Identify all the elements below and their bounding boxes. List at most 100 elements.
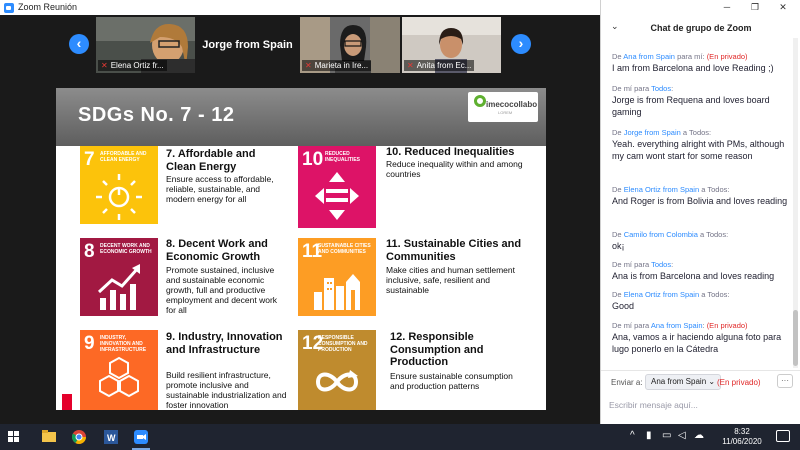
tile-name-label: ✕ Elena Ortiz fr...: [98, 60, 167, 71]
file-explorer-button[interactable]: [34, 427, 64, 447]
chat-scrollbar[interactable]: [793, 38, 798, 368]
word-icon: W: [104, 430, 118, 444]
sdg-10-icon: 10 REDUCED INEQUALITIES: [298, 146, 376, 228]
window-controls: ─ ❐ ✕: [601, 0, 800, 15]
sdg-9-description: Build resilient infrastructure, promote …: [166, 370, 287, 410]
slide-title: SDGs No. 7 - 12: [78, 104, 235, 126]
sdg-logo-marker: [62, 394, 72, 410]
windows-start-button[interactable]: [8, 431, 20, 443]
zoom-taskbar-button[interactable]: [126, 427, 156, 450]
chat-header: ⌄ Chat de grupo de Zoom: [601, 18, 800, 38]
restore-icon: ❐: [750, 2, 760, 12]
zoom-logo-icon: [4, 3, 14, 13]
sdg-8-title: 8. Decent Work and Economic Growth: [166, 238, 268, 263]
sdg-11-description: Make cities and human settlement inclusi…: [386, 265, 515, 295]
growth-chart-icon: [97, 264, 140, 310]
sdg-7-icon: 7 AFFORDABLE AND CLEAN ENERGY: [80, 146, 158, 224]
minimize-icon: ─: [723, 2, 731, 12]
chat-panel: ─ ❐ ✕ ⌄ Chat de grupo de Zoom De Ana fro…: [600, 0, 800, 424]
word-button[interactable]: W: [96, 427, 126, 447]
close-button[interactable]: ✕: [773, 0, 793, 15]
next-page-button[interactable]: ›: [511, 34, 531, 54]
logo-subtext: LOREM: [498, 110, 513, 115]
video-tile-marieta[interactable]: ✕ Marieta in Ire...: [300, 17, 400, 73]
window-titlebar: Zoom Reunión: [0, 0, 600, 15]
video-tile-elena[interactable]: ✕ Elena Ortiz fr...: [96, 17, 195, 73]
folder-icon: [42, 430, 56, 442]
tile-name-label: ✕ Marieta in Ire...: [302, 60, 372, 71]
network-icon[interactable]: ▭: [662, 430, 671, 442]
chat-message: De mí para Todos: Ana is from Barcelona …: [612, 260, 775, 281]
chat-message-input[interactable]: [609, 392, 793, 418]
sdg-12-icon: 12 RESPONSIBLE CONSUMPTION AND PRODUCTIO…: [298, 330, 376, 410]
scrollbar-thumb[interactable]: [793, 310, 798, 366]
cubes-icon: [99, 356, 139, 398]
equals-arrows-icon: [315, 172, 359, 220]
onedrive-icon[interactable]: ☁: [694, 430, 704, 442]
chat-message: De Jorge from Spain a Todos: Yeah. every…: [612, 128, 785, 161]
gallery-strip: ‹ ✕ Elena Ortiz fr... Jorge from Spain ✕…: [0, 15, 600, 75]
prev-page-button[interactable]: ‹: [69, 34, 89, 54]
chat-title: Chat de grupo de Zoom: [650, 23, 752, 33]
svg-text:W: W: [107, 433, 116, 443]
infinity-loop-icon: [315, 370, 359, 392]
zoom-main-window: Zoom Reunión ‹ ✕ Elena Ortiz fr... Jorge …: [0, 0, 600, 424]
chevron-down-icon: ⌄: [708, 377, 716, 386]
chat-message: De Ana from Spain para mí: (En privado) …: [612, 52, 774, 73]
chat-message: De Camilo from Colombia a Todos: ok¡: [612, 230, 729, 251]
sdg-8-description: Promote sustained, inclusive and sustain…: [166, 265, 278, 315]
shared-slide: SDGs No. 7 - 12 imecocollabo LOREM 7 AFF…: [56, 88, 546, 410]
chrome-icon: [71, 430, 86, 444]
send-to-row: Enviar a: Ana from Spain ⌄ (En privado) …: [601, 370, 800, 392]
restore-button[interactable]: ❐: [745, 0, 765, 15]
clock-time: 8:32: [734, 427, 750, 436]
chat-message: De mí para Todos: Jorge is from Requena …: [612, 84, 770, 117]
video-tile-anita[interactable]: ✕ Anita from Ec...: [402, 17, 501, 73]
chevron-left-icon: ‹: [76, 35, 82, 51]
chevron-right-icon: ›: [518, 35, 524, 51]
logo-mark-icon: [474, 95, 486, 107]
send-to-label: Enviar a:: [611, 378, 643, 387]
recipient-select[interactable]: Ana from Spain ⌄: [645, 374, 722, 390]
sdg-11-icon: 11 SUSTAINABLE CITIES AND COMMUNITIES: [298, 238, 376, 316]
private-indicator: (En privado): [717, 378, 761, 387]
zoom-app-icon: [134, 430, 148, 444]
sdg-8-icon: 8 DECENT WORK AND ECONOMIC GROWTH: [80, 238, 158, 316]
active-speaker-name: Jorge from Spain: [202, 39, 293, 51]
more-options-button[interactable]: ···: [777, 374, 793, 388]
sdg-12-title: 12. Responsible Consumption and Producti…: [390, 331, 484, 368]
sdg-7-description: Ensure access to affordable, reliable, s…: [166, 174, 274, 204]
chevron-up-icon[interactable]: ^: [630, 430, 635, 442]
chat-message: De Elena Ortiz from Spain a Todos: Good: [612, 290, 730, 311]
muted-mic-icon: ✕: [407, 61, 414, 70]
sdg-10-description: Reduce inequality within and among count…: [386, 159, 523, 179]
sun-power-icon: [96, 174, 142, 220]
muted-mic-icon: ✕: [305, 61, 312, 70]
sdg-12-description: Ensure sustainable consumption and produ…: [390, 371, 513, 391]
sdg-7-title: 7. Affordable and Clean Energy: [166, 148, 256, 173]
window-title: Zoom Reunión: [18, 2, 78, 12]
muted-mic-icon: ✕: [101, 61, 108, 70]
sdg-9-title: 9. Industry, Innovation and Infrastructu…: [166, 331, 283, 356]
active-speaker-tile[interactable]: Jorge from Spain: [195, 17, 300, 73]
clock-date: 11/06/2020: [722, 437, 762, 446]
sdg-9-icon: 9 INDUSTRY, INNOVATION AND INFRASTRUCTUR…: [80, 330, 158, 410]
chat-messages[interactable]: De Ana from Spain para mí: (En privado) …: [605, 36, 789, 366]
logo-text: imecocollabo: [486, 100, 538, 109]
taskbar-clock[interactable]: 8:32 11/06/2020: [714, 427, 770, 447]
windows-taskbar: W ^ ▮ ▭ ◁ ☁ 8:32 11/06/2020: [0, 424, 800, 450]
imecocollabo-logo: imecocollabo LOREM: [468, 92, 538, 122]
battery-icon[interactable]: ▮: [646, 430, 652, 442]
chat-message: De mí para Ana from Spain: (En privado) …: [612, 321, 782, 354]
city-buildings-icon: [314, 274, 360, 310]
chrome-button[interactable]: [64, 427, 94, 447]
notification-center-icon[interactable]: [776, 430, 790, 442]
chat-message: De Elena Ortiz from Spain a Todos: And R…: [612, 185, 788, 206]
close-icon: ✕: [779, 2, 787, 12]
minimize-button[interactable]: ─: [717, 0, 737, 15]
sdg-11-title: 11. Sustainable Cities and Communities: [386, 238, 522, 263]
volume-icon[interactable]: ◁: [678, 430, 686, 442]
sdg-10-title: 10. Reduced Inequalities: [386, 146, 515, 158]
tile-name-label: ✕ Anita from Ec...: [404, 60, 475, 71]
slide-header: SDGs No. 7 - 12 imecocollabo LOREM: [56, 88, 546, 146]
